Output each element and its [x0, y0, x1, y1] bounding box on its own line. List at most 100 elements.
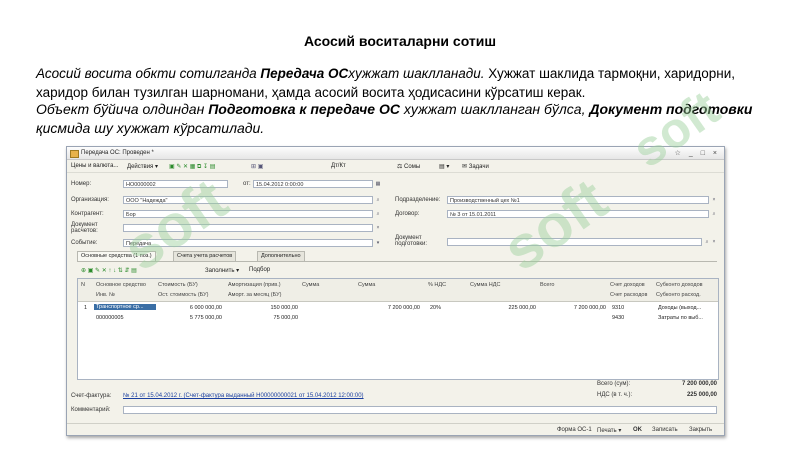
- window-title: Передача ОС: Проведен *: [81, 150, 154, 156]
- number-label: Номер:: [71, 181, 92, 187]
- org-label: Организация:: [71, 197, 109, 203]
- row-sum: 7 200 000,00: [387, 305, 420, 311]
- p2-text-bold-1: Подготовка к передаче ОС: [208, 101, 400, 117]
- print-button[interactable]: Печать ▾: [597, 427, 621, 434]
- p2-text-c: хужжат шаклланган бўлса,: [399, 101, 590, 117]
- toolbar: Цены и валюта... Действия ▾ ▣ ✎ ✕ ▦ ⧉ ↧ …: [67, 160, 724, 173]
- ok-button[interactable]: OK: [633, 427, 642, 433]
- col-total: Всего: [540, 282, 555, 288]
- col-asset: Основное средство: [96, 282, 146, 288]
- row-amort-month: 75 000,00: [273, 315, 298, 321]
- vat-label: НДС (в т. ч.):: [597, 392, 633, 398]
- assets-table: N Основное средство Инв. № Стоимость (БУ…: [77, 278, 719, 380]
- settlement-doc-field[interactable]: [123, 224, 373, 232]
- dropdown-icon[interactable]: ▾: [375, 240, 381, 246]
- paragraph-2: Объект бўйича олдиндан Подготовка к пере…: [36, 100, 766, 138]
- comment-label: Комментарий:: [71, 407, 111, 413]
- total-label: Всего (сум):: [597, 381, 631, 387]
- col-expense-acc: Счет расходов: [610, 292, 648, 298]
- save-button[interactable]: Записать: [652, 427, 678, 433]
- organization-field[interactable]: ООО "Надежда": [123, 196, 373, 204]
- grid-toolbar: ⊕ ▣ ✎ ✕ ↑ ↓ ⇅ ⇵ ▤ Заполнить ▾ Подбор: [77, 261, 717, 278]
- calendar-icon[interactable]: ▦: [375, 181, 381, 187]
- p2-text-bold-2: Документ подготовки: [589, 101, 753, 117]
- clear-icon[interactable]: ×: [711, 239, 717, 245]
- prep-doc-label: Документ подготовки:: [395, 235, 428, 247]
- grid-toolbar-icons[interactable]: ⊕ ▣ ✎ ✕ ↑ ↓ ⇅ ⇵ ▤: [81, 267, 137, 274]
- date-label: от:: [243, 181, 251, 187]
- row-amort: 150 000,00: [270, 305, 298, 311]
- footer-bar: Форма ОС-1 Печать ▾ OK Записать Закрыть: [67, 423, 724, 435]
- search-icon[interactable]: ⌕: [711, 211, 717, 217]
- row-expense-subconto: Затраты по выб...: [658, 315, 703, 321]
- col-income-acc: Счет доходов: [610, 282, 645, 288]
- row-vat-rate: 20%: [430, 305, 442, 311]
- document-window: Передача ОС: Проведен * ☆ _ □ × Цены и в…: [66, 146, 725, 436]
- counterparty-label: Контрагент:: [71, 211, 104, 217]
- number-field[interactable]: НО0000002: [123, 180, 228, 188]
- clear-icon[interactable]: ×: [375, 225, 381, 231]
- p2-text-e: қисмида шу хужжат кўрсатилади.: [36, 120, 265, 136]
- search-icon[interactable]: ⌕: [704, 239, 710, 245]
- col-amort: Амортизация (прив.): [228, 282, 281, 288]
- slide-title: Асосий воситаларни сотиш: [303, 33, 497, 49]
- counterparty-field[interactable]: Бор: [123, 210, 373, 218]
- col-vat-sum: Сумма НДС: [470, 282, 501, 288]
- row-asset[interactable]: Транспортное ср...: [94, 304, 156, 310]
- col-expense-subconto: Субконто расход.: [656, 292, 701, 298]
- col-inv: Инв. №: [96, 292, 115, 298]
- event-field[interactable]: Передача: [123, 239, 373, 247]
- vat-value: 225 000,00: [686, 392, 717, 398]
- tab-fixed-assets[interactable]: Основные средства (1 поз.): [77, 251, 156, 261]
- department-field[interactable]: Производственный цех №1: [447, 196, 709, 204]
- toolbar-icons[interactable]: ▣ ✎ ✕ ▦ ⧉ ↧ ▤: [169, 163, 215, 171]
- row-income-acc: 9310: [612, 305, 625, 311]
- settlement-doc-label: Документ расчетов:: [71, 222, 98, 234]
- select-button[interactable]: Подбор: [249, 267, 270, 273]
- search-icon[interactable]: ⌕: [375, 197, 381, 203]
- row-inv: 000000005: [96, 315, 124, 321]
- col-cost: Стоимость (БУ): [158, 282, 198, 288]
- event-label: Событие:: [71, 240, 98, 246]
- contract-field[interactable]: № 3 от 15.01.2011: [447, 210, 709, 218]
- balance-button[interactable]: ⚖ Сомы: [397, 163, 420, 170]
- invoice-label: Счет-фактура:: [71, 393, 112, 399]
- tab-accounts[interactable]: Счета учета расчетов: [173, 251, 237, 261]
- dt-kt-button[interactable]: Дт/Кт: [331, 163, 346, 169]
- col-n: N: [81, 282, 85, 288]
- p1-text-c: хужжат шаклланади.: [348, 66, 485, 81]
- tasks-button[interactable]: ✉ Задачи: [462, 163, 489, 170]
- close-button[interactable]: Закрыть: [689, 427, 712, 433]
- col-amort-month: Аморт. за месяц (БУ): [228, 292, 282, 298]
- total-value: 7 200 000,00: [681, 381, 717, 387]
- date-field[interactable]: 15.04.2012 0:00:00: [253, 180, 373, 188]
- row-expense-acc: 9430: [612, 315, 625, 321]
- search-icon[interactable]: ⌕: [375, 211, 381, 217]
- comment-field[interactable]: [123, 406, 717, 414]
- window-titlebar: Передача ОС: Проведен * ☆ _ □ ×: [67, 147, 724, 160]
- prep-doc-field[interactable]: [447, 238, 702, 246]
- prices-currency-button[interactable]: Цены и валюта...: [71, 163, 118, 169]
- invoice-link[interactable]: № 21 от 15.04.2012 г. (Счет-фактура выда…: [123, 393, 364, 399]
- row-cost: 6 000 000,00: [189, 305, 222, 311]
- document-icon: [70, 150, 79, 158]
- tab-additional[interactable]: Дополнительно: [257, 251, 305, 261]
- structure-icon[interactable]: ⊞ ▣: [251, 163, 263, 170]
- paragraph-1: Асосий восита обкти сотилганда Передача …: [36, 64, 766, 102]
- row-vat-sum: 225 000,00: [508, 305, 536, 311]
- p1-text-a: Асосий восита обкти сотилганда: [36, 66, 261, 81]
- form-os1-button[interactable]: Форма ОС-1: [557, 427, 592, 433]
- clear-icon[interactable]: ×: [711, 197, 717, 203]
- window-controls[interactable]: ☆ _ □ ×: [675, 149, 720, 157]
- actions-menu[interactable]: Действия ▾: [127, 163, 158, 170]
- print-icon[interactable]: ▤ ▾: [439, 163, 449, 170]
- contract-label: Договор:: [395, 211, 420, 217]
- col-residual: Ост. стоимость (БУ): [158, 292, 209, 298]
- department-label: Подразделение:: [395, 197, 441, 203]
- row-total: 7 200 000,00: [573, 305, 606, 311]
- col-sum-2: Сумма: [358, 282, 376, 288]
- row-residual: 5 775 000,00: [189, 315, 222, 321]
- row-n: 1: [84, 305, 88, 311]
- fill-button[interactable]: Заполнить ▾: [205, 267, 239, 274]
- col-vat-rate: % НДС: [428, 282, 447, 288]
